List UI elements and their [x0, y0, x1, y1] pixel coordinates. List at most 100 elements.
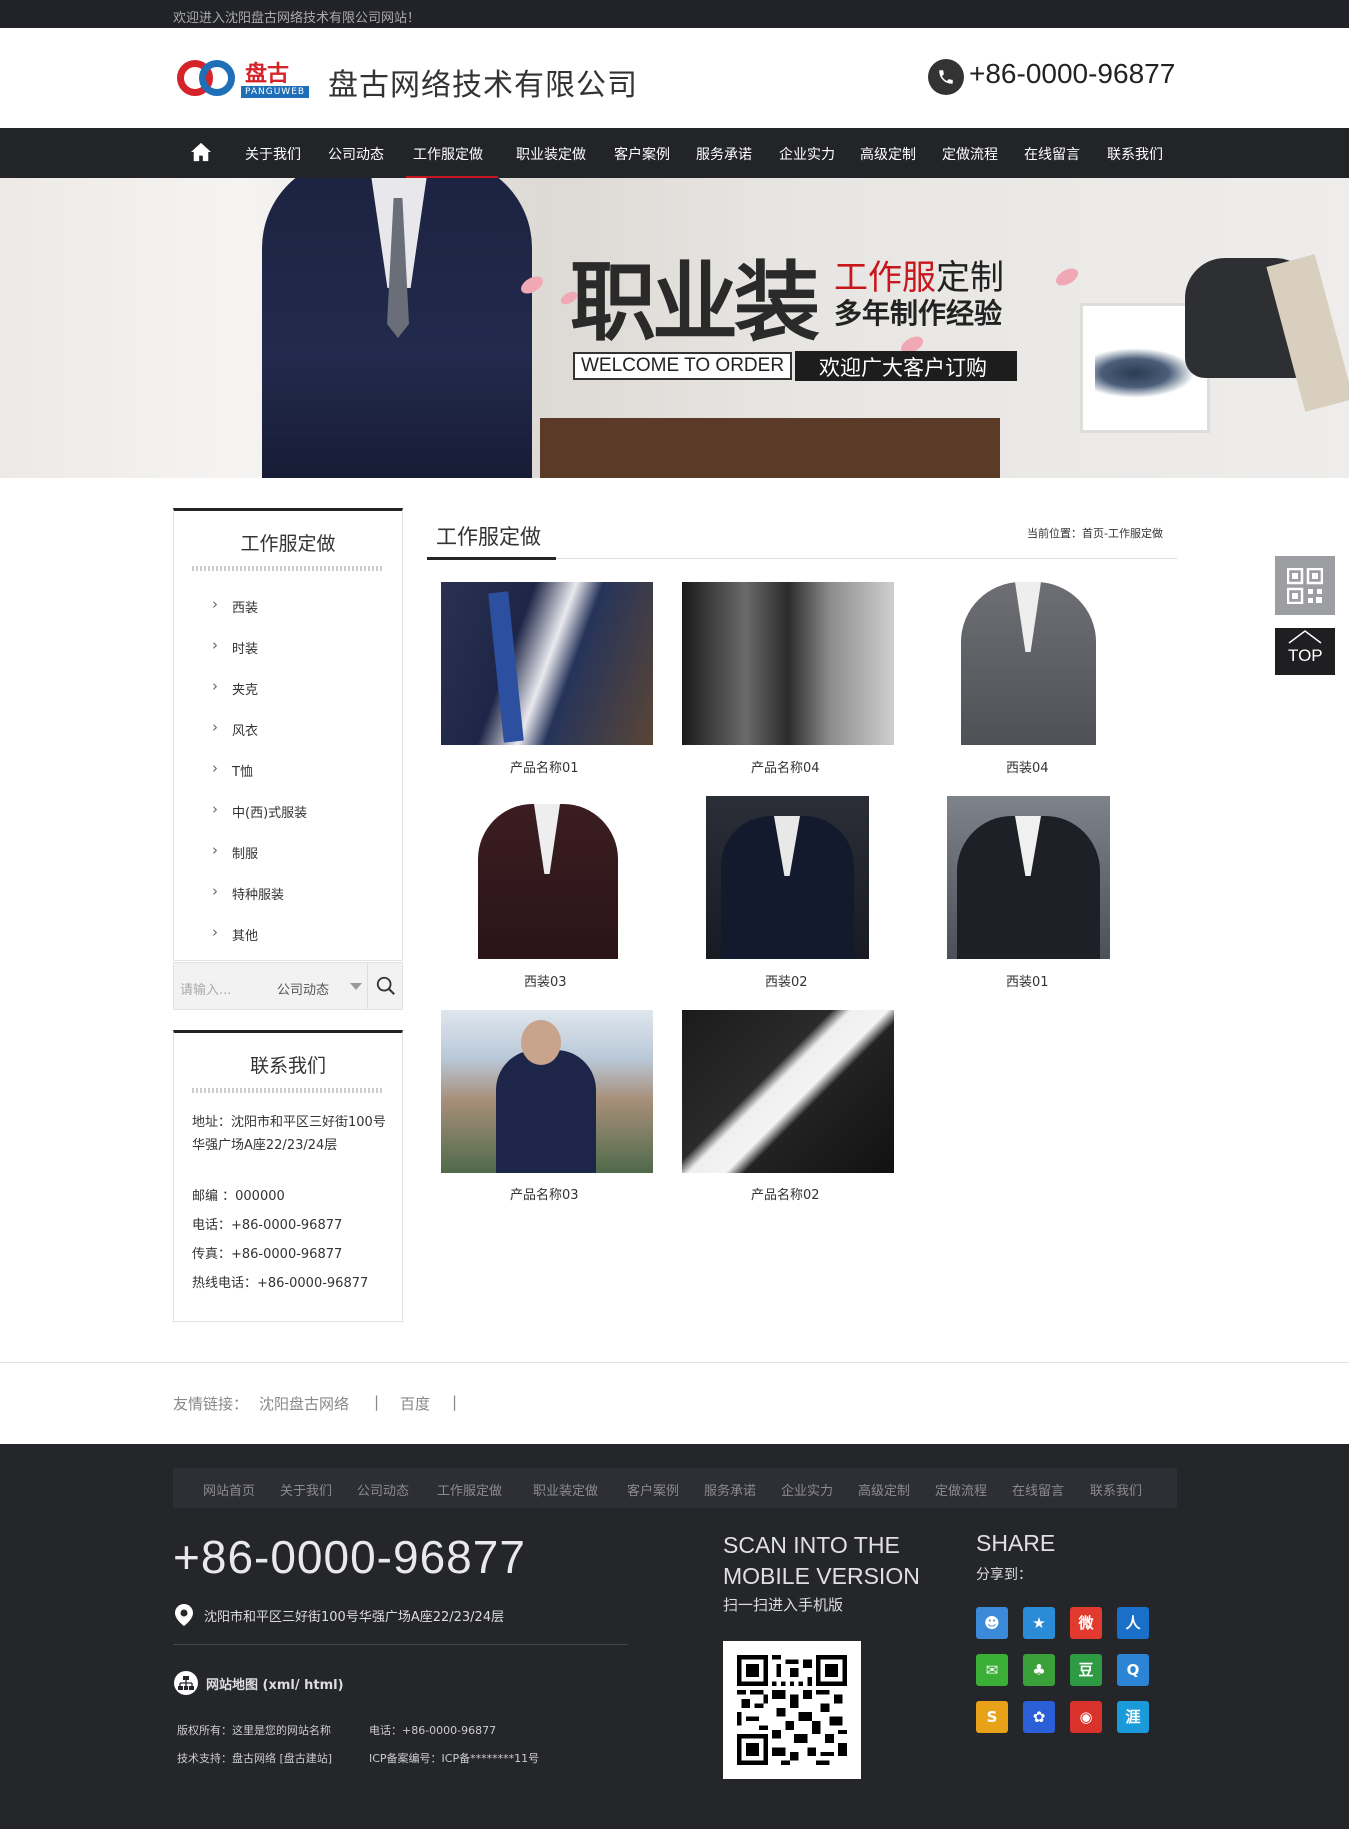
product-name[interactable]: 西装02	[765, 971, 808, 990]
contact-phone: 电话：+86-0000-96877	[192, 1218, 343, 1233]
nav-item-process[interactable]: 定做流程	[942, 144, 998, 164]
footer-nav-item[interactable]: 服务承诺	[704, 1480, 756, 1499]
product-image[interactable]	[441, 582, 653, 745]
product-name[interactable]: 产品名称02	[751, 1184, 820, 1203]
category-item[interactable]: 制服	[212, 841, 258, 862]
footer-nav-item[interactable]: 在线留言	[1012, 1480, 1064, 1499]
footer-nav-item[interactable]: 企业实力	[781, 1480, 833, 1499]
category-item[interactable]: 特种服装	[212, 882, 284, 903]
nav-item-news[interactable]: 公司动态	[328, 144, 384, 164]
footer-nav-item[interactable]: 公司动态	[357, 1480, 409, 1499]
product-name[interactable]: 西装01	[1006, 971, 1049, 990]
product-image[interactable]	[706, 796, 869, 959]
category-item[interactable]: 夹克	[212, 677, 258, 698]
renren-icon[interactable]: 人	[1117, 1607, 1149, 1639]
favorite-star-icon[interactable]: ★	[1023, 1607, 1055, 1639]
nav-item-strength[interactable]: 企业实力	[779, 144, 835, 164]
qr-code-button[interactable]	[1275, 556, 1335, 615]
product-image[interactable]	[947, 796, 1110, 959]
nav-item-message[interactable]: 在线留言	[1024, 144, 1080, 164]
kaixin-clover-icon[interactable]: ♣	[1023, 1654, 1055, 1686]
qzone-icon[interactable]: ☻	[976, 1607, 1008, 1639]
footer-nav-item[interactable]: 定做流程	[935, 1480, 987, 1499]
netease-icon[interactable]: ◉	[1070, 1701, 1102, 1733]
nav-item-cases[interactable]: 客户案例	[614, 144, 670, 164]
category-item[interactable]: 时装	[212, 636, 258, 657]
banner-ink-art	[1095, 348, 1195, 398]
nav-item-service[interactable]: 服务承诺	[696, 144, 752, 164]
main-nav: 关于我们 公司动态 工作服定做 职业装定做 客户案例 服务承诺 企业实力 高级定…	[0, 128, 1349, 178]
hero-banner[interactable]: 职业装 工作服定制 多年制作经验 WELCOME TO ORDER 欢迎广大客户…	[0, 178, 1349, 478]
footer-nav-item[interactable]: 高级定制	[858, 1480, 910, 1499]
company-logo[interactable]: 盘古 PANGUWEB	[177, 60, 317, 100]
search-input[interactable]: 请输入...	[180, 979, 231, 998]
product-name[interactable]: 产品名称01	[510, 757, 579, 776]
friend-links: 友情链接： 沈阳盘古网络 | 百度 |	[0, 1362, 1349, 1444]
product-image[interactable]	[947, 582, 1110, 745]
share-glyph: 人	[1125, 1614, 1141, 1632]
home-icon[interactable]	[190, 142, 212, 162]
footer-nav-item[interactable]: 联系我们	[1090, 1480, 1142, 1499]
weibo-icon[interactable]: 微	[1070, 1607, 1102, 1639]
chevron-down-icon[interactable]	[350, 983, 362, 990]
friend-link[interactable]: 百度	[400, 1393, 430, 1414]
footer-nav-item[interactable]: 关于我们	[280, 1480, 332, 1499]
tianya-icon[interactable]: 涯	[1117, 1701, 1149, 1733]
nav-item-contact[interactable]: 联系我们	[1107, 144, 1163, 164]
share-glyph: ◉	[1079, 1708, 1093, 1726]
nav-item-custom[interactable]: 高级定制	[860, 144, 916, 164]
search-scope-select[interactable]: 公司动态	[277, 979, 329, 998]
product-image[interactable]	[441, 1010, 653, 1173]
share-title: SHARE	[976, 1530, 1056, 1556]
footer-nav-item[interactable]: 网站首页	[203, 1480, 255, 1499]
company-name: 盘古网络技术有限公司	[328, 68, 638, 103]
footer-nav-item[interactable]: 工作服定做	[437, 1480, 502, 1499]
baidu-paw-icon[interactable]: ✿	[1023, 1701, 1055, 1733]
category-item[interactable]: 风衣	[212, 718, 258, 739]
title-underline-active	[427, 557, 556, 560]
qq-icon[interactable]: Q	[1117, 1654, 1149, 1686]
product-name[interactable]: 西装04	[1006, 757, 1049, 776]
product-name[interactable]: 产品名称03	[510, 1184, 579, 1203]
friend-link[interactable]: 沈阳盘古网络	[259, 1393, 349, 1414]
search-bar: 请输入... 公司动态	[173, 962, 403, 1010]
banner-petal	[1053, 264, 1081, 290]
footer-nav-item[interactable]: 职业装定做	[533, 1480, 598, 1499]
product-name[interactable]: 产品名称04	[751, 757, 820, 776]
share-glyph: ☻	[984, 1614, 1000, 1632]
back-to-top-button[interactable]: TOP	[1275, 628, 1335, 675]
product-image[interactable]	[682, 1010, 894, 1173]
share-glyph: 豆	[1078, 1661, 1094, 1679]
footer-address: 沈阳市和平区三好街100号华强广场A座22/23/24层	[204, 1610, 505, 1625]
qr-code-icon	[1287, 568, 1323, 604]
douban-icon[interactable]: 豆	[1070, 1654, 1102, 1686]
share-glyph: ✉	[985, 1661, 999, 1679]
page-title: 工作服定做	[436, 525, 541, 549]
category-item[interactable]: 西装	[212, 595, 258, 616]
scan-subtitle: 扫一扫进入手机版	[723, 1596, 844, 1614]
sohu-icon[interactable]: S	[976, 1701, 1008, 1733]
contact-address: 地址：沈阳市和平区三好街100号华强广场A座22/23/24层	[192, 1115, 386, 1153]
product-name[interactable]: 西装03	[524, 971, 567, 990]
nav-item-professional-wear[interactable]: 职业装定做	[516, 144, 586, 164]
sitemap-link[interactable]: 网站地图 (xml/ html)	[206, 1674, 344, 1693]
category-item[interactable]: T恤	[212, 759, 253, 780]
category-item[interactable]: 其他	[212, 923, 258, 944]
footer: 网站首页 关于我们 公司动态 工作服定做 职业装定做 客户案例 服务承诺 企业实…	[0, 1444, 1349, 1829]
contact-title: 联系我们	[249, 1055, 326, 1077]
category-item[interactable]: 中(西)式服装	[212, 800, 307, 821]
nav-item-about[interactable]: 关于我们	[245, 144, 301, 164]
wechat-icon[interactable]: ✉	[976, 1654, 1008, 1686]
contact-panel: 联系我们 地址：沈阳市和平区三好街100号华强广场A座22/23/24层 邮编 …	[173, 1030, 403, 1322]
logo-text-cn: 盘古	[245, 61, 290, 87]
tech-support[interactable]: 技术支持：盘古网络 [盘古建站]	[177, 1750, 332, 1766]
nav-item-workwear[interactable]: 工作服定做	[406, 144, 498, 178]
icp-number[interactable]: ICP备案编号：ICP备********11号	[369, 1750, 539, 1766]
footer-nav: 网站首页 关于我们 公司动态 工作服定做 职业装定做 客户案例 服务承诺 企业实…	[173, 1468, 1177, 1508]
footer-nav-item[interactable]: 客户案例	[627, 1480, 679, 1499]
divider	[192, 566, 384, 571]
product-image[interactable]	[682, 582, 894, 745]
top-label: TOP	[1288, 646, 1323, 665]
product-image[interactable]	[466, 796, 629, 959]
search-button[interactable]	[367, 963, 403, 1009]
